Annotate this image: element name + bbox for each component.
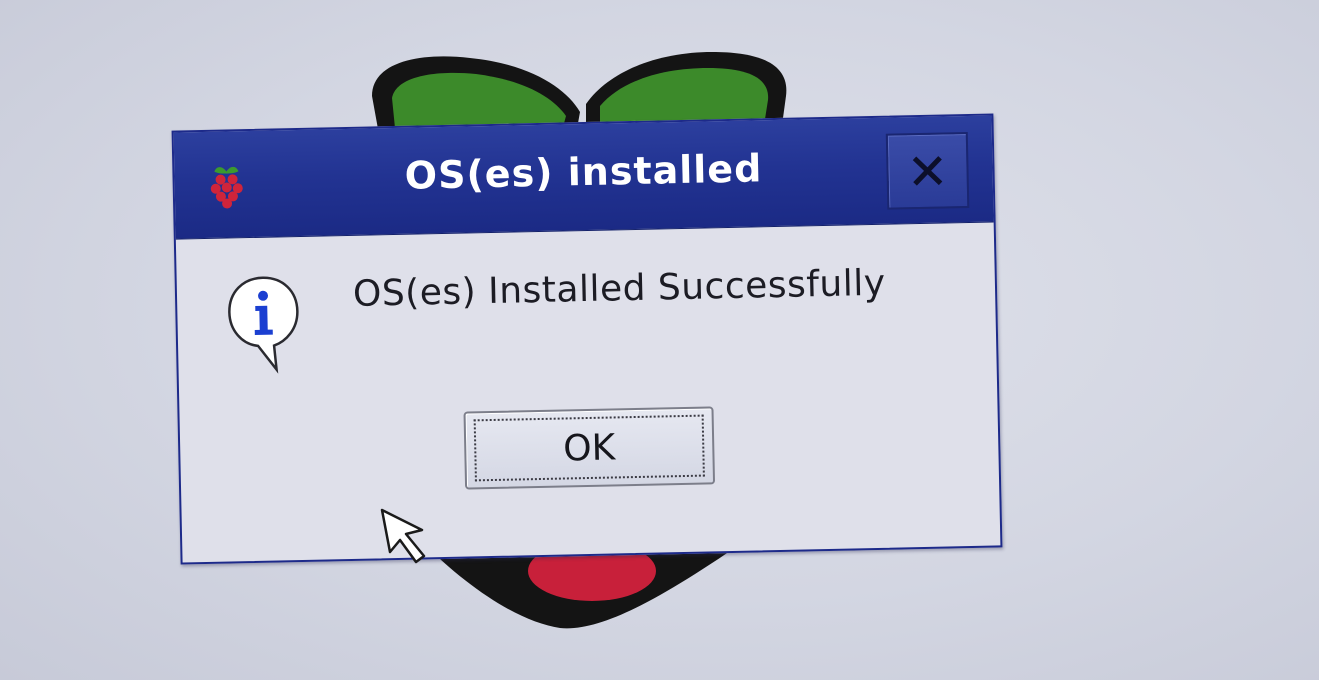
dialog-title: OS(es) installed [404, 146, 763, 198]
installed-dialog: OS(es) installed OS(es) Installed Succes… [171, 113, 1003, 565]
ok-button[interactable]: OK [463, 406, 716, 490]
mouse-pointer-icon [380, 508, 426, 564]
dialog-body: OS(es) Installed Successfully OK [176, 222, 1001, 561]
ok-button-label: OK [473, 414, 705, 482]
close-icon [912, 156, 943, 186]
info-bubble-icon [228, 276, 299, 374]
desktop: OS(es) installed OS(es) Installed Succes… [0, 0, 1319, 680]
dialog-message: OS(es) Installed Successfully [352, 262, 886, 315]
close-button[interactable] [885, 131, 970, 210]
dialog-titlebar[interactable]: OS(es) installed [173, 115, 994, 240]
